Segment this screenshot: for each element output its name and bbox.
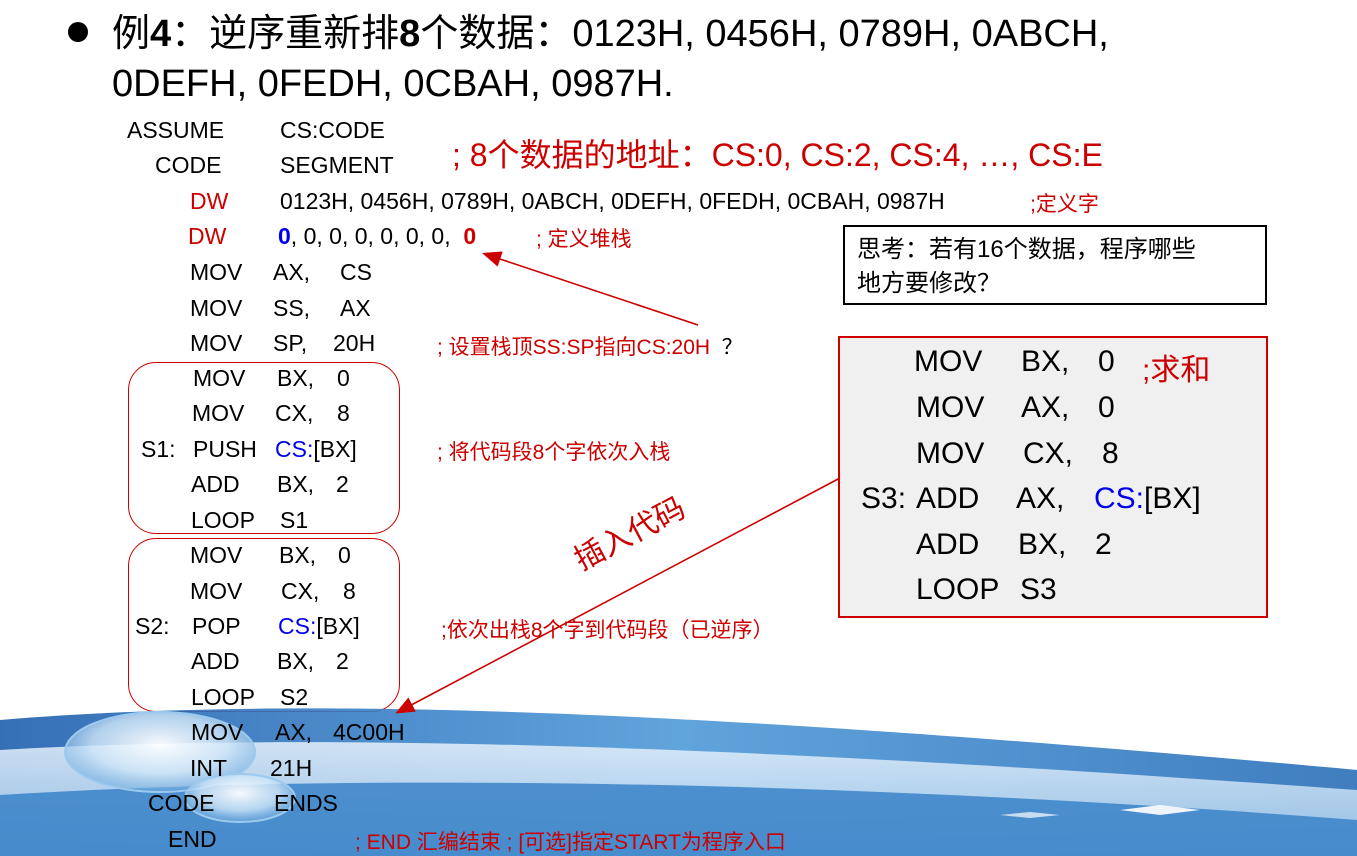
stack-arrow (481, 251, 699, 326)
arrows-layer (395, 251, 841, 714)
